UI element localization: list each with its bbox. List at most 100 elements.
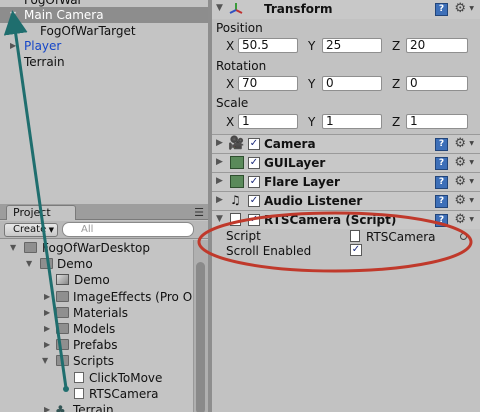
hierarchy-item-label: Player [24,39,62,53]
project-item-label: Demo [74,273,110,287]
camera-enabled-checkbox[interactable]: ✓ [248,138,260,150]
axis-x-label: X [226,39,235,53]
guilayer-enabled-checkbox[interactable]: ✓ [248,157,260,169]
gear-icon[interactable]: ⚙ [454,155,466,170]
help-icon[interactable]: ? [435,214,448,227]
folder-icon [56,291,69,302]
help-icon[interactable]: ? [435,157,448,170]
tab-project-label: Project [13,206,51,219]
folder-icon [56,339,69,350]
expand-arrow-icon[interactable]: ▶ [44,337,50,353]
collapse-arrow-icon[interactable]: ▼ [216,3,223,13]
axis-z-label: Z [392,39,401,53]
create-button-label: Create [13,224,47,235]
script-file-icon [74,388,84,399]
hierarchy-item-main-camera[interactable]: ▼ Main Camera [0,7,208,23]
search-placeholder: All [81,224,94,235]
collapse-arrow-icon[interactable]: ▼ [42,353,48,369]
help-icon[interactable]: ? [435,138,448,151]
guilayer-component-header[interactable]: ▶ ✓ GUILayer ? ⚙ ▼ [212,153,480,172]
folder-icon [40,258,53,269]
collapse-arrow-icon[interactable]: ▼ [10,240,16,256]
gear-icon[interactable]: ⚙ [454,174,466,189]
help-icon[interactable]: ? [435,176,448,189]
scale-label: Scale [216,96,249,110]
audiolistener-enabled-checkbox[interactable]: ✓ [248,195,260,207]
axis-y-label: Y [308,115,316,129]
transform-header[interactable]: ▼ Transform ? ⚙ ▼ [212,0,480,19]
audiolistener-title: Audio Listener [264,194,363,208]
scroll-enabled-checkbox[interactable]: ✓ [350,244,362,256]
expand-arrow-icon[interactable]: ▶ [216,138,223,148]
hierarchy-item-label: FogOfWarTarget [40,24,136,38]
panel-menu-icon[interactable]: ☰ [194,206,204,219]
rotation-z-field[interactable]: 0 [406,76,468,91]
project-item-label: Prefabs [73,338,118,352]
context-menu-icon[interactable]: ▼ [469,5,474,12]
folder-icon [56,355,69,366]
project-scrollbar-thumb[interactable] [196,262,205,412]
position-z-field[interactable]: 20 [406,38,468,53]
object-picker-icon[interactable] [460,233,467,240]
rotation-x-field[interactable]: 70 [238,76,298,91]
expand-arrow-icon[interactable]: ▶ [216,176,223,186]
folder-icon [56,323,69,334]
project-item-label: Materials [73,306,129,320]
hierarchy-item-player[interactable]: ▶ Player [0,38,208,54]
context-menu-icon[interactable]: ▼ [469,178,474,185]
hierarchy-item-terrain[interactable]: Terrain [0,54,208,70]
expand-arrow-icon[interactable]: ▶ [216,195,223,205]
project-toolbar: Create ▼ ⌕ All [0,221,208,239]
gear-icon[interactable]: ⚙ [454,212,466,227]
axis-x-label: X [226,115,235,129]
gear-icon[interactable]: ⚙ [454,1,466,16]
collapse-arrow-icon[interactable]: ▼ [216,214,223,224]
folder-icon [56,307,69,318]
hierarchy-panel: FogOfWar ▼ Main Camera FogOfWarTarget ▶ … [0,0,208,200]
collapse-arrow-icon[interactable]: ▼ [10,7,16,23]
expand-arrow-icon[interactable]: ▶ [44,305,50,321]
transform-title: Transform [264,2,333,16]
context-menu-icon[interactable]: ▼ [469,216,474,223]
context-menu-icon[interactable]: ▼ [469,159,474,166]
project-item-label: Terrain [73,403,114,412]
position-x-field[interactable]: 50.5 [238,38,298,53]
help-icon[interactable]: ? [435,195,448,208]
flarelayer-component-header[interactable]: ▶ ✓ Flare Layer ? ⚙ ▼ [212,172,480,191]
help-icon[interactable]: ? [435,3,448,16]
create-button[interactable]: Create ▼ [4,223,58,237]
flarelayer-enabled-checkbox[interactable]: ✓ [248,176,260,188]
scale-y-field[interactable]: 1 [322,114,382,129]
terrain-icon: ♣ [55,403,66,412]
context-menu-icon[interactable]: ▼ [469,197,474,204]
script-file-icon [74,372,84,383]
scale-x-field[interactable]: 1 [238,114,298,129]
rtscamera-component-header[interactable]: ▼ ✓ RTSCamera (Script) ? ⚙ ▼ [212,210,480,229]
scale-z-field[interactable]: 1 [406,114,468,129]
audiolistener-component-header[interactable]: ▶ ♫ ✓ Audio Listener ? ⚙ ▼ [212,191,480,210]
gear-icon[interactable]: ⚙ [454,136,466,151]
hierarchy-item-fogofwartarget[interactable]: FogOfWarTarget [0,23,208,39]
project-item-label: ImageEffects (Pro On [73,290,192,304]
collapse-arrow-icon[interactable]: ▼ [26,256,32,272]
tab-project[interactable]: Project [6,205,76,220]
project-panel: Project ☰ Create ▼ ⌕ All ▼ FogOfWarDeskt… [0,204,208,412]
search-input[interactable]: All [62,222,194,237]
gear-icon[interactable]: ⚙ [454,193,466,208]
expand-arrow-icon[interactable]: ▶ [44,321,50,337]
expand-arrow-icon[interactable]: ▶ [216,157,223,167]
script-label: Script [226,229,261,243]
expand-arrow-icon[interactable]: ▶ [44,289,50,305]
hierarchy-item-label: Main Camera [24,8,104,22]
project-item-label: Models [73,322,116,336]
context-menu-icon[interactable]: ▼ [469,140,474,147]
rtscamera-enabled-checkbox[interactable]: ✓ [248,214,260,226]
rotation-label: Rotation [216,59,267,73]
expand-arrow-icon[interactable]: ▶ [44,402,50,412]
expand-arrow-icon[interactable]: ▶ [10,38,16,54]
rotation-y-field[interactable]: 0 [322,76,382,91]
position-y-field[interactable]: 25 [322,38,382,53]
camera-component-header[interactable]: ▶ 🎥 ✓ Camera ? ⚙ ▼ [212,134,480,153]
script-object-field[interactable]: RTSCamera [366,229,436,245]
axis-z-label: Z [392,77,401,91]
